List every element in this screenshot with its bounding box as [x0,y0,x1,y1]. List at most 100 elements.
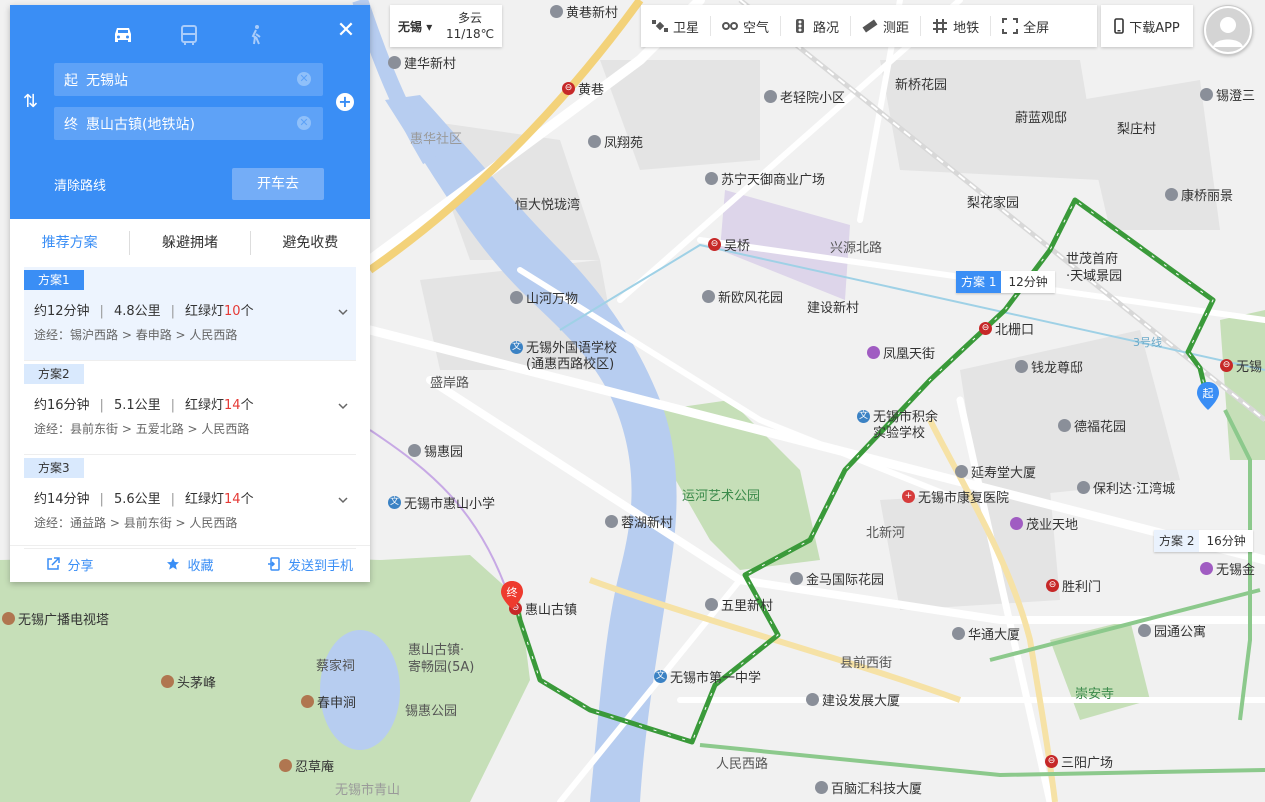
poi-diyizhongxue[interactable]: 文无锡市第一中学 [654,667,761,686]
poi-huangxiang-xincun[interactable]: 黄巷新村 [550,2,618,21]
end-marker-icon[interactable]: 终 [500,580,524,610]
start-field[interactable]: 起 无锡站 ✕ [54,63,323,96]
star-icon [167,558,180,570]
scenic-icon [301,695,314,708]
poi-huangxiang-metro[interactable]: ⊖ 黄巷 [562,79,604,98]
poi-shanhe[interactable]: 山河万物 [510,288,578,307]
tab-recommended[interactable]: 推荐方案 [10,231,131,255]
walk-icon[interactable] [244,23,268,47]
toolbar-traffic[interactable]: 路况 [781,16,852,36]
poi-fenghuang[interactable]: 凤凰天街 [867,343,935,362]
poi-xihuiyuan[interactable]: 锡惠园 [408,441,463,460]
poi-wuli[interactable]: 五里新村 [705,595,773,614]
plan-item[interactable]: 方案3 约14分钟 | 5.6公里 | 红绿灯14个 途经：通益路 > 县前东街 > 人… [24,455,356,549]
poi-rencaoan[interactable]: 忍草庵 [279,756,334,775]
school-icon: 文 [388,496,401,509]
metro-icon: ⊖ [1220,359,1233,372]
swap-icon[interactable]: ⇅ [23,91,38,112]
poi-chunshenjian[interactable]: 春申涧 [301,692,356,711]
bus-icon[interactable] [177,23,201,47]
poi-wuqiao[interactable]: ⊖ 吴桥 [708,235,750,254]
poi-jinma[interactable]: 金马国际花园 [790,569,884,588]
poi-xicheng[interactable]: 锡澄三 [1200,85,1255,104]
clear-start-icon[interactable]: ✕ [297,72,311,86]
toolbar-subway[interactable]: 地铁 [921,16,992,36]
plan-item[interactable]: 方案1 约12分钟 | 4.8公里 | 红绿灯10个 途经：锡沪西路 > 春申路 > 人… [24,267,356,361]
poi-bainao[interactable]: 百脑汇科技大厦 [815,778,922,797]
poi-jianhua[interactable]: 建华新村 [388,53,456,72]
poi-toumaofeng[interactable]: 头茅峰 [161,672,216,691]
poi-wuxijin[interactable]: 无锡金 [1200,559,1255,578]
send-to-phone-button[interactable]: 发送到手机 [250,555,370,574]
start-driving-button[interactable]: 开车去 [232,168,324,200]
poi-jianshe-dasha[interactable]: 建设发展大厦 [806,690,900,709]
poi-huishan-xiaoxue[interactable]: 文无锡市惠山小学 [388,493,495,512]
poi-jiyu[interactable]: 文无锡市积余 实验学校 [857,410,938,442]
download-app-button[interactable]: 下载APP [1101,5,1193,47]
route-panel-footer: 分享 收藏 发送到手机 [10,545,370,582]
svg-text:终: 终 [507,585,518,599]
toolbar-air[interactable]: 空气 [711,16,782,36]
poi-laojingyuan[interactable]: 老轻院小区 [764,87,845,106]
poi-wuxi-right[interactable]: ⊖ 无锡 [1220,356,1262,375]
share-button[interactable]: 分享 [10,555,130,574]
start-marker-icon[interactable]: 起 [1196,381,1220,411]
metro-icon: ⊖ [562,82,575,95]
route-tag-plan1[interactable]: 方案 1 12分钟 [956,271,1055,293]
route-tag-plan2[interactable]: 方案 2 16分钟 [1154,530,1253,552]
user-avatar[interactable] [1203,5,1253,55]
school-icon: 文 [857,410,870,423]
toolbar-fullscreen[interactable]: 全屏 [991,16,1060,36]
lbl-qingshan: 无锡市青山 [335,783,401,798]
subway-icon [933,19,948,33]
chevron-down-icon[interactable] [338,495,348,505]
pin-icon [588,135,601,148]
poi-sanyang[interactable]: ⊖ 三阳广场 [1045,752,1113,771]
lbl-caijia: 蔡家祠 [316,659,356,674]
poi-qianlong[interactable]: 钱龙尊邸 [1015,357,1083,376]
poi-shenglimen[interactable]: ⊖ 胜利门 [1046,576,1101,595]
pin-icon [605,515,618,528]
poi-yuantong[interactable]: 园通公寓 [1138,621,1206,640]
pin-icon [764,90,777,103]
poi-fengxiangyuan[interactable]: 凤翔苑 [588,132,643,151]
car-icon[interactable] [111,23,135,47]
poi-maoye[interactable]: 茂业天地 [1010,514,1078,533]
chevron-down-icon[interactable] [338,401,348,411]
end-field[interactable]: 终 惠山古镇(地铁站) ✕ [54,107,323,140]
tab-avoid-toll[interactable]: 避免收费 [251,231,370,255]
poi-ronghu[interactable]: 蓉湖新村 [605,512,673,531]
shop-icon [1200,562,1213,575]
poi-baolida[interactable]: 保利达·江湾城 [1077,478,1175,497]
weather-widget[interactable]: 无锡 ▾ 多云 11/18℃ [390,5,502,47]
clear-route-link[interactable]: 清除路线 [54,175,106,194]
user-icon [1204,6,1252,54]
road-renmin: 人民西路 [716,757,769,772]
metro-icon: ⊖ [1046,579,1059,592]
poi-beizhakou[interactable]: ⊖ 北栅口 [979,319,1034,338]
lbl-chongan: 崇安寺 [1075,687,1115,702]
poi-suning[interactable]: 苏宁天御商业广场 [705,169,825,188]
clear-end-icon[interactable]: ✕ [297,116,311,130]
poi-kangqiao[interactable]: 康桥丽景 [1165,185,1233,204]
poi-yanshoutang[interactable]: 延寿堂大厦 [955,462,1036,481]
city-selector[interactable]: 无锡 ▾ [390,18,446,35]
plan-item[interactable]: 方案2 约16分钟 | 5.1公里 | 红绿灯14个 途经：县前东街 > 五爱北路 > … [24,361,356,455]
close-icon[interactable]: ✕ [336,20,356,42]
toolbar-satellite[interactable]: 卫星 [641,16,712,36]
share-icon [47,557,61,570]
favorite-button[interactable]: 收藏 [130,555,250,574]
poi-defu[interactable]: 德福花园 [1058,416,1126,435]
toolbar-ruler[interactable]: 测距 [851,16,922,36]
poi-huatong[interactable]: 华通大厦 [952,624,1020,643]
pin-icon [510,291,523,304]
poi-tower[interactable]: 无锡广播电视塔 [2,609,109,628]
tab-avoid-jam[interactable]: 躲避拥堵 [130,231,251,255]
add-waypoint-icon[interactable]: + [336,93,354,111]
pin-icon [408,444,421,457]
poi-kangfu[interactable]: + 无锡市康复医院 [902,487,1009,506]
poi-xinou[interactable]: 新欧风花园 [702,287,783,306]
chevron-down-icon[interactable] [338,307,348,317]
pin-icon [952,627,965,640]
poi-waiguoyu[interactable]: 文无锡外国语学校 (通惠西路校区) [510,341,617,373]
